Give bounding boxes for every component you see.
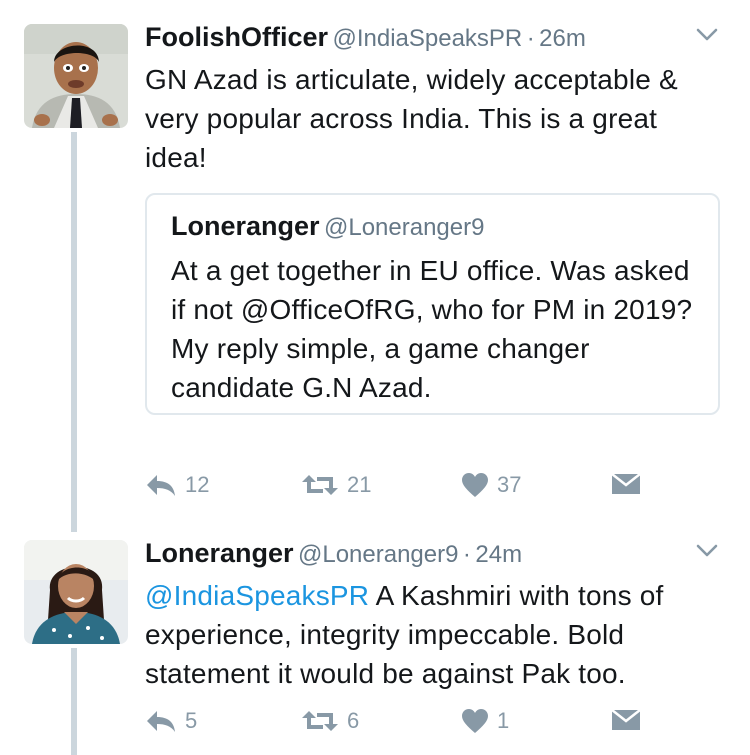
- like-count: 37: [497, 472, 522, 497]
- retweet-icon: [302, 711, 338, 731]
- retweet-icon: [302, 475, 338, 495]
- avatar[interactable]: [24, 24, 128, 128]
- tweet-2[interactable]: Loneranger @Loneranger9 · 24m @IndiaSpea…: [0, 530, 750, 755]
- tweet-content: Loneranger @Loneranger9 · 24m @IndiaSpea…: [145, 538, 720, 693]
- heart-icon: [462, 473, 488, 497]
- handle[interactable]: @Loneranger9: [298, 541, 458, 568]
- tweet-content: FoolishOfficer @IndiaSpeaksPR · 26m GN A…: [145, 22, 720, 415]
- heart-icon: [462, 709, 488, 733]
- tweet-header: Loneranger @Loneranger9 · 24m: [145, 538, 720, 572]
- tweet-actions: 5 6 1: [145, 708, 730, 748]
- like-count: 1: [497, 708, 510, 733]
- timestamp[interactable]: 24m: [475, 541, 522, 568]
- reply-button[interactable]: 5: [145, 708, 197, 734]
- mention-link[interactable]: @IndiaSpeaksPR: [145, 580, 369, 611]
- quoted-tweet-header: Loneranger @Loneranger9: [171, 211, 694, 245]
- reply-button[interactable]: 12: [145, 472, 209, 498]
- avatar-man-icon: [24, 24, 128, 128]
- reply-icon: [147, 711, 175, 732]
- direct-message-button[interactable]: [611, 708, 649, 732]
- quoted-tweet[interactable]: Loneranger @Loneranger9 At a get togethe…: [145, 193, 720, 415]
- tweet-text: @IndiaSpeaksPR A Kashmiri with tons of e…: [145, 576, 720, 693]
- handle[interactable]: @IndiaSpeaksPR: [332, 25, 522, 52]
- retweet-button[interactable]: 6: [301, 708, 359, 734]
- chevron-down-icon[interactable]: [696, 28, 718, 47]
- avatar-woman-icon: [24, 540, 128, 644]
- tweet-header: FoolishOfficer @IndiaSpeaksPR · 26m: [145, 22, 720, 56]
- separator: ·: [462, 541, 471, 568]
- envelope-icon: [611, 473, 641, 494]
- retweet-button[interactable]: 21: [301, 472, 371, 498]
- reply-count: 12: [185, 472, 210, 497]
- retweet-count: 21: [347, 472, 372, 497]
- like-button[interactable]: 37: [461, 472, 521, 498]
- reply-icon: [147, 475, 175, 496]
- timestamp[interactable]: 26m: [539, 25, 586, 52]
- avatar[interactable]: [24, 540, 128, 644]
- tweet-actions: 12 21 37: [145, 472, 730, 512]
- like-button[interactable]: 1: [461, 708, 509, 734]
- envelope-icon: [611, 709, 641, 730]
- quoted-tweet-text: At a get together in EU office. Was aske…: [171, 255, 693, 403]
- chevron-down-icon[interactable]: [696, 544, 718, 563]
- direct-message-button[interactable]: [611, 472, 649, 496]
- quoted-handle: @Loneranger9: [323, 214, 485, 241]
- tweet-text: GN Azad is articulate, widely acceptable…: [145, 64, 678, 173]
- retweet-count: 6: [347, 708, 360, 733]
- quoted-display-name: Loneranger: [171, 211, 320, 241]
- display-name[interactable]: FoolishOfficer: [145, 22, 328, 52]
- display-name[interactable]: Loneranger: [145, 538, 294, 568]
- reply-count: 5: [185, 708, 198, 733]
- tweet-1[interactable]: FoolishOfficer @IndiaSpeaksPR · 26m GN A…: [0, 0, 750, 530]
- separator: ·: [526, 25, 535, 52]
